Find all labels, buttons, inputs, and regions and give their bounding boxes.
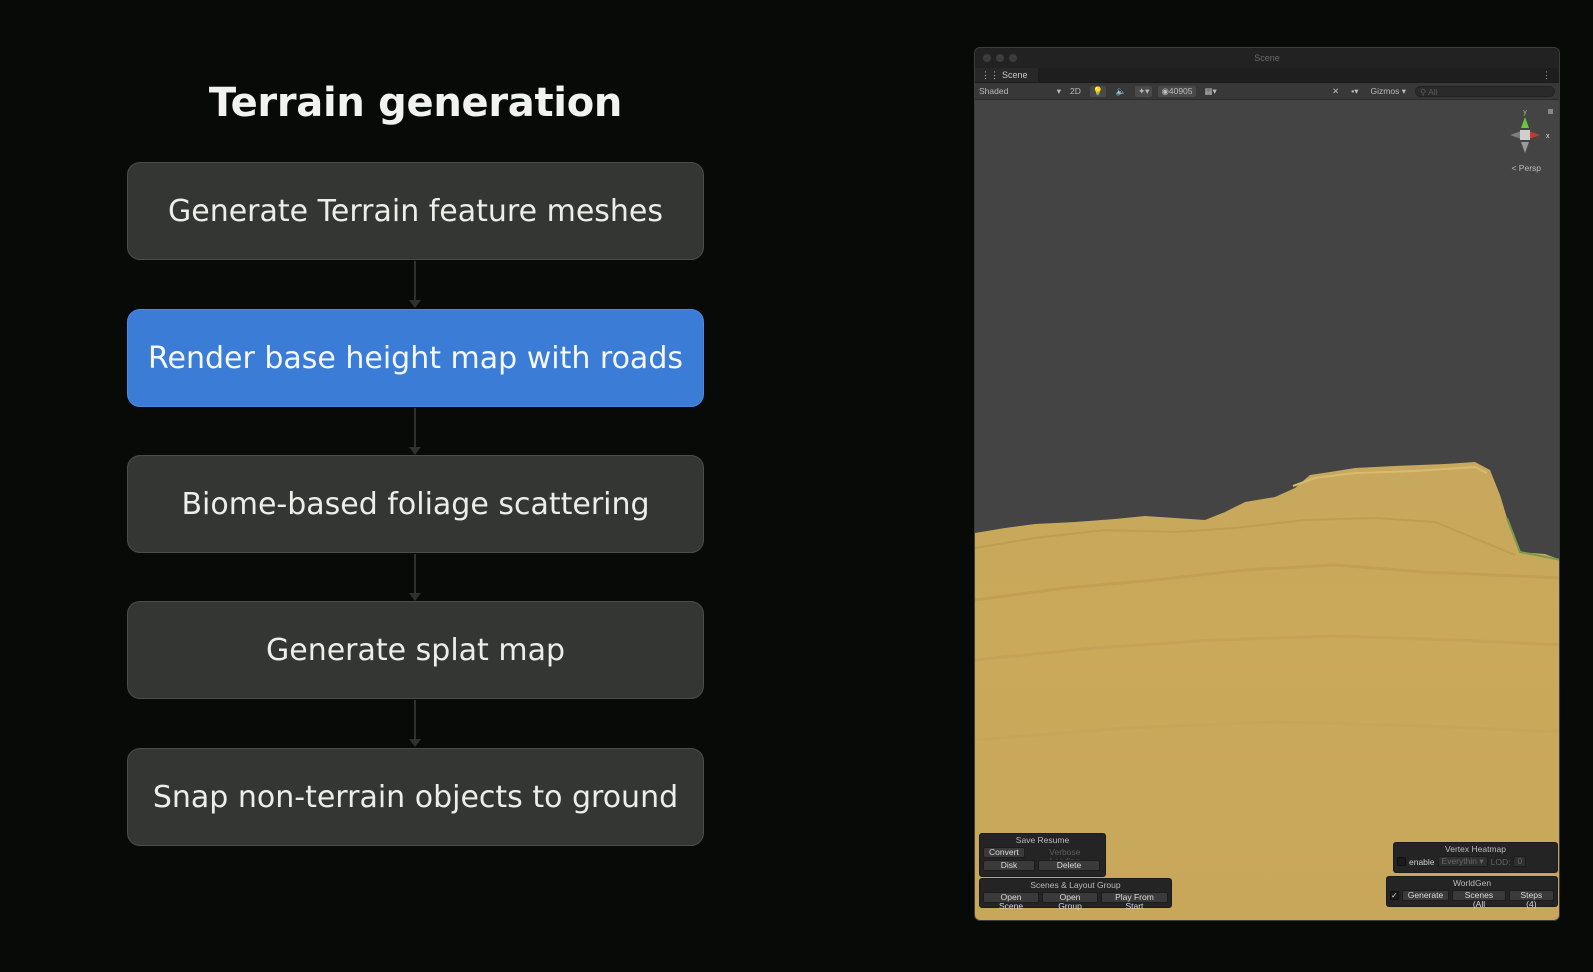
step-render-height-map: Render base height map with roads <box>127 309 704 407</box>
lighting-toggle-icon[interactable]: 💡 <box>1089 85 1107 97</box>
open-scene-button[interactable]: Open Scene <box>983 892 1040 911</box>
open-group-button[interactable]: Open Group <box>1042 892 1098 911</box>
step-label: Snap non-terrain objects to ground <box>152 779 679 815</box>
tab-scene-label: Scene <box>1002 70 1028 80</box>
minimize-window-button[interactable] <box>996 54 1004 62</box>
close-window-button[interactable] <box>983 54 991 62</box>
step-snap-objects: Snap non-terrain objects to ground <box>127 748 704 846</box>
vertex-heatmap-panel: Vertex Heatmap enable Everythin ▾ LOD: 0 <box>1393 842 1558 873</box>
everything-value: Everythin <box>1441 856 1477 866</box>
step-generate-splat-map: Generate splat map <box>127 601 704 699</box>
tab-scene[interactable]: ⋮⋮ Scene <box>975 68 1038 82</box>
step-generate-terrain-meshes: Generate Terrain feature meshes <box>127 162 704 260</box>
camera-icon[interactable]: ▪▾ <box>1348 86 1361 97</box>
convert-button[interactable]: Convert <box>983 847 1025 858</box>
gizmo-y-label: y <box>1523 109 1527 116</box>
diagram-title: Terrain generation <box>208 80 623 126</box>
step-label: Biome-based foliage scattering <box>181 486 650 522</box>
delete-button[interactable]: Delete <box>1038 860 1100 871</box>
vertex-heatmap-title: Vertex Heatmap <box>1445 844 1506 854</box>
more-options-icon[interactable]: ⋮ <box>1542 70 1551 81</box>
gizmo-y-axis <box>1521 117 1529 128</box>
grid-icon: ⋮⋮ <box>981 69 999 80</box>
gizmos-dropdown[interactable]: Gizmos ▾ <box>1368 86 1409 97</box>
step-label: Generate splat map <box>266 632 565 668</box>
generate-button[interactable]: Generate <box>1401 890 1450 901</box>
search-input[interactable]: ⚲ All <box>1415 85 1555 97</box>
scene-editor-window: Scene ⋮⋮ Scene ⋮ Shaded ▾ 2D 💡 🔈 ✦▾ ◉409… <box>974 47 1560 921</box>
window-controls <box>983 54 1017 62</box>
gizmo-x-label: x <box>1546 133 1550 140</box>
gizmo-neg-y-axis <box>1521 142 1529 153</box>
scenes-all-button[interactable]: Scenes (All <box>1452 890 1506 909</box>
scenes-layout-panel: Scenes & Layout Group Open Scene Open Gr… <box>979 878 1172 911</box>
zoom-window-button[interactable] <box>1009 54 1017 62</box>
search-icon: ⚲ <box>1420 86 1427 97</box>
scene-viewport[interactable]: y x < Persp Save Resume Convert Verbose … <box>975 100 1559 920</box>
tab-bar: ⋮⋮ Scene ⋮ <box>975 68 1559 83</box>
visible-count: 40905 <box>1168 85 1193 96</box>
gizmo-x-axis <box>1529 131 1540 139</box>
window-titlebar: Scene <box>975 48 1559 68</box>
steps-button[interactable]: Steps (4) <box>1508 890 1554 909</box>
panel-row: Disk Delete <box>980 859 1105 872</box>
panel-row: Open Scene Open Group Play From Start <box>980 891 1171 911</box>
gizmo-neg-x-axis <box>1510 131 1521 139</box>
enable-label: enable <box>1409 856 1435 867</box>
grid-snap-icon[interactable]: ▦▾ <box>1202 86 1220 97</box>
lod-label: LOD: <box>1490 856 1511 867</box>
tools-icon[interactable]: ✕ <box>1329 86 1342 97</box>
visibility-count-button[interactable]: ◉40905 <box>1158 85 1196 97</box>
step-foliage-scattering: Biome-based foliage scattering <box>127 455 704 553</box>
flow-arrow <box>409 554 421 601</box>
projection-label[interactable]: < Persp <box>1511 163 1541 173</box>
shading-mode-dropdown[interactable]: Shaded ▾ <box>979 86 1061 97</box>
lock-icon[interactable] <box>1548 109 1553 114</box>
panel-row: ✓ Generate Scenes (All Steps (4) <box>1387 889 1557 909</box>
lod-input[interactable]: 0 <box>1513 856 1527 867</box>
gizmo-center <box>1520 130 1530 140</box>
worldgen-checkbox[interactable]: ✓ <box>1390 891 1399 900</box>
save-resume-panel: Save Resume Convert Verbose Loading Disk… <box>979 833 1106 877</box>
toggle-2d-button[interactable]: 2D <box>1067 86 1084 96</box>
chevron-down-icon: ▾ <box>1056 85 1061 96</box>
audio-toggle-icon[interactable]: 🔈 <box>1112 86 1129 97</box>
panel-row: Convert Verbose Loading <box>980 846 1105 866</box>
eye-off-icon: ◉ <box>1161 85 1169 96</box>
scenes-layout-title: Scenes & Layout Group <box>1030 880 1121 890</box>
flow-arrow <box>409 261 421 308</box>
shading-mode-value: Shaded <box>979 86 1009 96</box>
search-placeholder: All <box>1428 86 1438 97</box>
slide: Terrain generation Generate Terrain feat… <box>0 0 1593 972</box>
window-title: Scene <box>1254 53 1280 63</box>
disk-button[interactable]: Disk <box>983 860 1035 871</box>
flow-arrow <box>409 408 421 455</box>
save-resume-title: Save Resume <box>1015 835 1070 845</box>
worldgen-panel: WorldGen ✓ Generate Scenes (All Steps (4… <box>1386 876 1558 909</box>
flow-arrow <box>409 700 421 747</box>
verbose-loading-toggle[interactable]: Verbose Loading <box>1028 847 1102 866</box>
scene-toolbar: Shaded ▾ 2D 💡 🔈 ✦▾ ◉40905 ▦▾ ✕ ▪▾ Gizmos… <box>975 83 1559 99</box>
effects-toggle-icon[interactable]: ✦▾ <box>1135 85 1153 97</box>
step-label: Generate Terrain feature meshes <box>168 193 663 229</box>
play-from-start-button[interactable]: Play From Start <box>1100 892 1169 911</box>
worldgen-title: WorldGen <box>1452 878 1492 888</box>
step-label: Render base height map with roads <box>147 340 683 376</box>
everything-dropdown[interactable]: Everythin ▾ <box>1437 856 1488 867</box>
enable-checkbox[interactable] <box>1397 857 1406 866</box>
panel-row: enable Everythin ▾ LOD: 0 <box>1394 855 1557 868</box>
terrain-mesh <box>975 462 1559 920</box>
gizmos-label: Gizmos <box>1370 85 1400 96</box>
